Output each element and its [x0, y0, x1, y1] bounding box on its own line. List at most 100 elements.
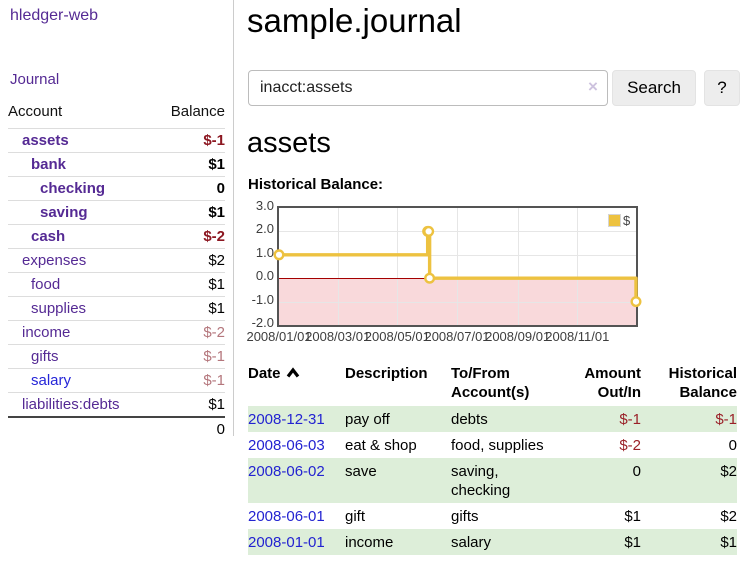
account-row-income: income $-2	[8, 321, 225, 345]
account-balance: 0	[154, 177, 225, 201]
chart-plot: $	[277, 206, 638, 327]
transaction-description: pay off	[345, 406, 451, 432]
account-balance: $1	[154, 273, 225, 297]
accounts-header-row: Account Balance	[8, 101, 225, 129]
register-row: 2008-01-01 income salary $1 $1	[248, 529, 737, 555]
hledger-web-page: hledger-web Journal Account Balance asse…	[0, 0, 742, 582]
register-row: 2008-06-03 eat & shop food, supplies $-2…	[248, 432, 737, 458]
account-link-gifts[interactable]: gifts	[31, 348, 59, 365]
transaction-amount: $1	[563, 503, 645, 529]
chart-x-tick-label: 2008/03/01	[305, 329, 370, 345]
transaction-date-link[interactable]: 2008-12-31	[248, 411, 325, 428]
chart-data-point	[275, 251, 284, 260]
register-header-accounts: To/From Account(s)	[451, 362, 563, 406]
transaction-date-link[interactable]: 2008-01-01	[248, 534, 325, 551]
transaction-amount: 0	[563, 458, 645, 503]
transaction-description: save	[345, 458, 451, 503]
transaction-accounts: saving, checking	[451, 458, 563, 503]
account-balance: $1	[154, 153, 225, 177]
chart-y-tick-label: 0.0	[248, 268, 274, 284]
transaction-accounts: food, supplies	[451, 432, 563, 458]
chart-x-tick-label: 2008/05/01	[365, 329, 430, 345]
transaction-date-link[interactable]: 2008-06-03	[248, 437, 325, 454]
chart-x-tick-label: 2008/09/01	[485, 329, 550, 345]
account-row-assets: assets $-1	[8, 129, 225, 153]
account-balance: $-2	[154, 225, 225, 249]
account-row-liabilities-debts: liabilities:debts $1	[8, 393, 225, 418]
account-link-expenses[interactable]: expenses	[22, 252, 86, 269]
account-link-bank[interactable]: bank	[31, 156, 66, 173]
chart-data-point	[632, 297, 641, 306]
account-row-salary: salary $-1	[8, 369, 225, 393]
transaction-description: gift	[345, 503, 451, 529]
sidebar-item-journal[interactable]: Journal	[10, 71, 59, 88]
transaction-description: eat & shop	[345, 432, 451, 458]
accounts-header-account: Account	[8, 101, 154, 129]
account-row-food: food $1	[8, 273, 225, 297]
account-row-expenses: expenses $2	[8, 249, 225, 273]
account-row-checking: checking 0	[8, 177, 225, 201]
accounts-table: Account Balance assets $-1 bank $1 check…	[8, 101, 225, 441]
account-link-liabilities-debts[interactable]: liabilities:debts	[22, 396, 120, 413]
chart-x-tick-label: 2008/11/01	[545, 329, 609, 345]
transaction-accounts: salary	[451, 529, 563, 555]
account-link-food[interactable]: food	[31, 276, 60, 293]
account-link-saving[interactable]: saving	[40, 204, 88, 221]
brand-link[interactable]: hledger-web	[10, 7, 98, 25]
account-row-saving: saving $1	[8, 201, 225, 225]
transaction-amount: $-1	[563, 406, 645, 432]
account-balance: $-1	[154, 345, 225, 369]
account-link-supplies[interactable]: supplies	[31, 300, 86, 317]
transaction-date-link[interactable]: 2008-06-01	[248, 508, 325, 525]
account-balance: $1	[154, 393, 225, 418]
register-row: 2008-12-31 pay off debts $-1 $-1	[248, 406, 737, 432]
account-link-checking[interactable]: checking	[40, 180, 105, 197]
account-link-income[interactable]: income	[22, 324, 70, 341]
help-button[interactable]: ?	[704, 70, 740, 106]
balance-chart: $ 3.02.01.00.0-1.0-2.02008/01/012008/03/…	[248, 200, 742, 350]
chart-x-tick-label: 2008/07/01	[424, 329, 489, 345]
transaction-description: income	[345, 529, 451, 555]
account-link-cash[interactable]: cash	[31, 228, 65, 245]
transaction-accounts: gifts	[451, 503, 563, 529]
account-balance: $2	[154, 249, 225, 273]
clear-search-icon[interactable]: ×	[588, 78, 598, 95]
register-header-amount: Amount Out/In	[563, 362, 645, 406]
account-row-gifts: gifts $-1	[8, 345, 225, 369]
register-header-row: Date Description To/From Account(s) Amou…	[248, 362, 737, 406]
transaction-balance: 0	[645, 432, 737, 458]
register-header-description: Description	[345, 362, 451, 406]
account-row-supplies: supplies $1	[8, 297, 225, 321]
transaction-date-link[interactable]: 2008-06-02	[248, 463, 325, 480]
accounts-header-balance: Balance	[154, 101, 225, 129]
account-link-assets[interactable]: assets	[22, 132, 69, 149]
accounts-total-row: 0	[8, 417, 225, 441]
sidebar-divider	[233, 0, 234, 436]
chart-y-tick-label: 1.0	[248, 245, 274, 261]
chart-y-tick-label: 2.0	[248, 221, 274, 237]
transaction-balance: $2	[645, 503, 737, 529]
chart-data-point	[425, 274, 434, 283]
account-row-bank: bank $1	[8, 153, 225, 177]
transaction-balance: $-1	[645, 406, 737, 432]
account-balance: $-1	[154, 369, 225, 393]
account-balance: $1	[154, 297, 225, 321]
account-heading: assets	[247, 127, 331, 160]
chart-x-tick-label: 2008/01/01	[246, 329, 311, 345]
register-header-date[interactable]: Date	[248, 362, 345, 406]
transaction-amount: $-2	[563, 432, 645, 458]
register-row: 2008-06-02 save saving, checking 0 $2	[248, 458, 737, 503]
chart-series-line	[279, 208, 636, 325]
chart-y-tick-label: -1.0	[248, 292, 274, 308]
register-header-balance: Historical Balance	[645, 362, 737, 406]
transaction-balance: $2	[645, 458, 737, 503]
search-input[interactable]	[248, 70, 608, 106]
chart-title: Historical Balance:	[248, 176, 383, 193]
search-button[interactable]: Search	[612, 70, 696, 106]
accounts-total-balance: 0	[154, 417, 225, 441]
chart-data-point	[424, 227, 433, 236]
account-link-salary[interactable]: salary	[31, 372, 71, 389]
account-balance: $-1	[154, 129, 225, 153]
transaction-accounts: debts	[451, 406, 563, 432]
transaction-amount: $1	[563, 529, 645, 555]
